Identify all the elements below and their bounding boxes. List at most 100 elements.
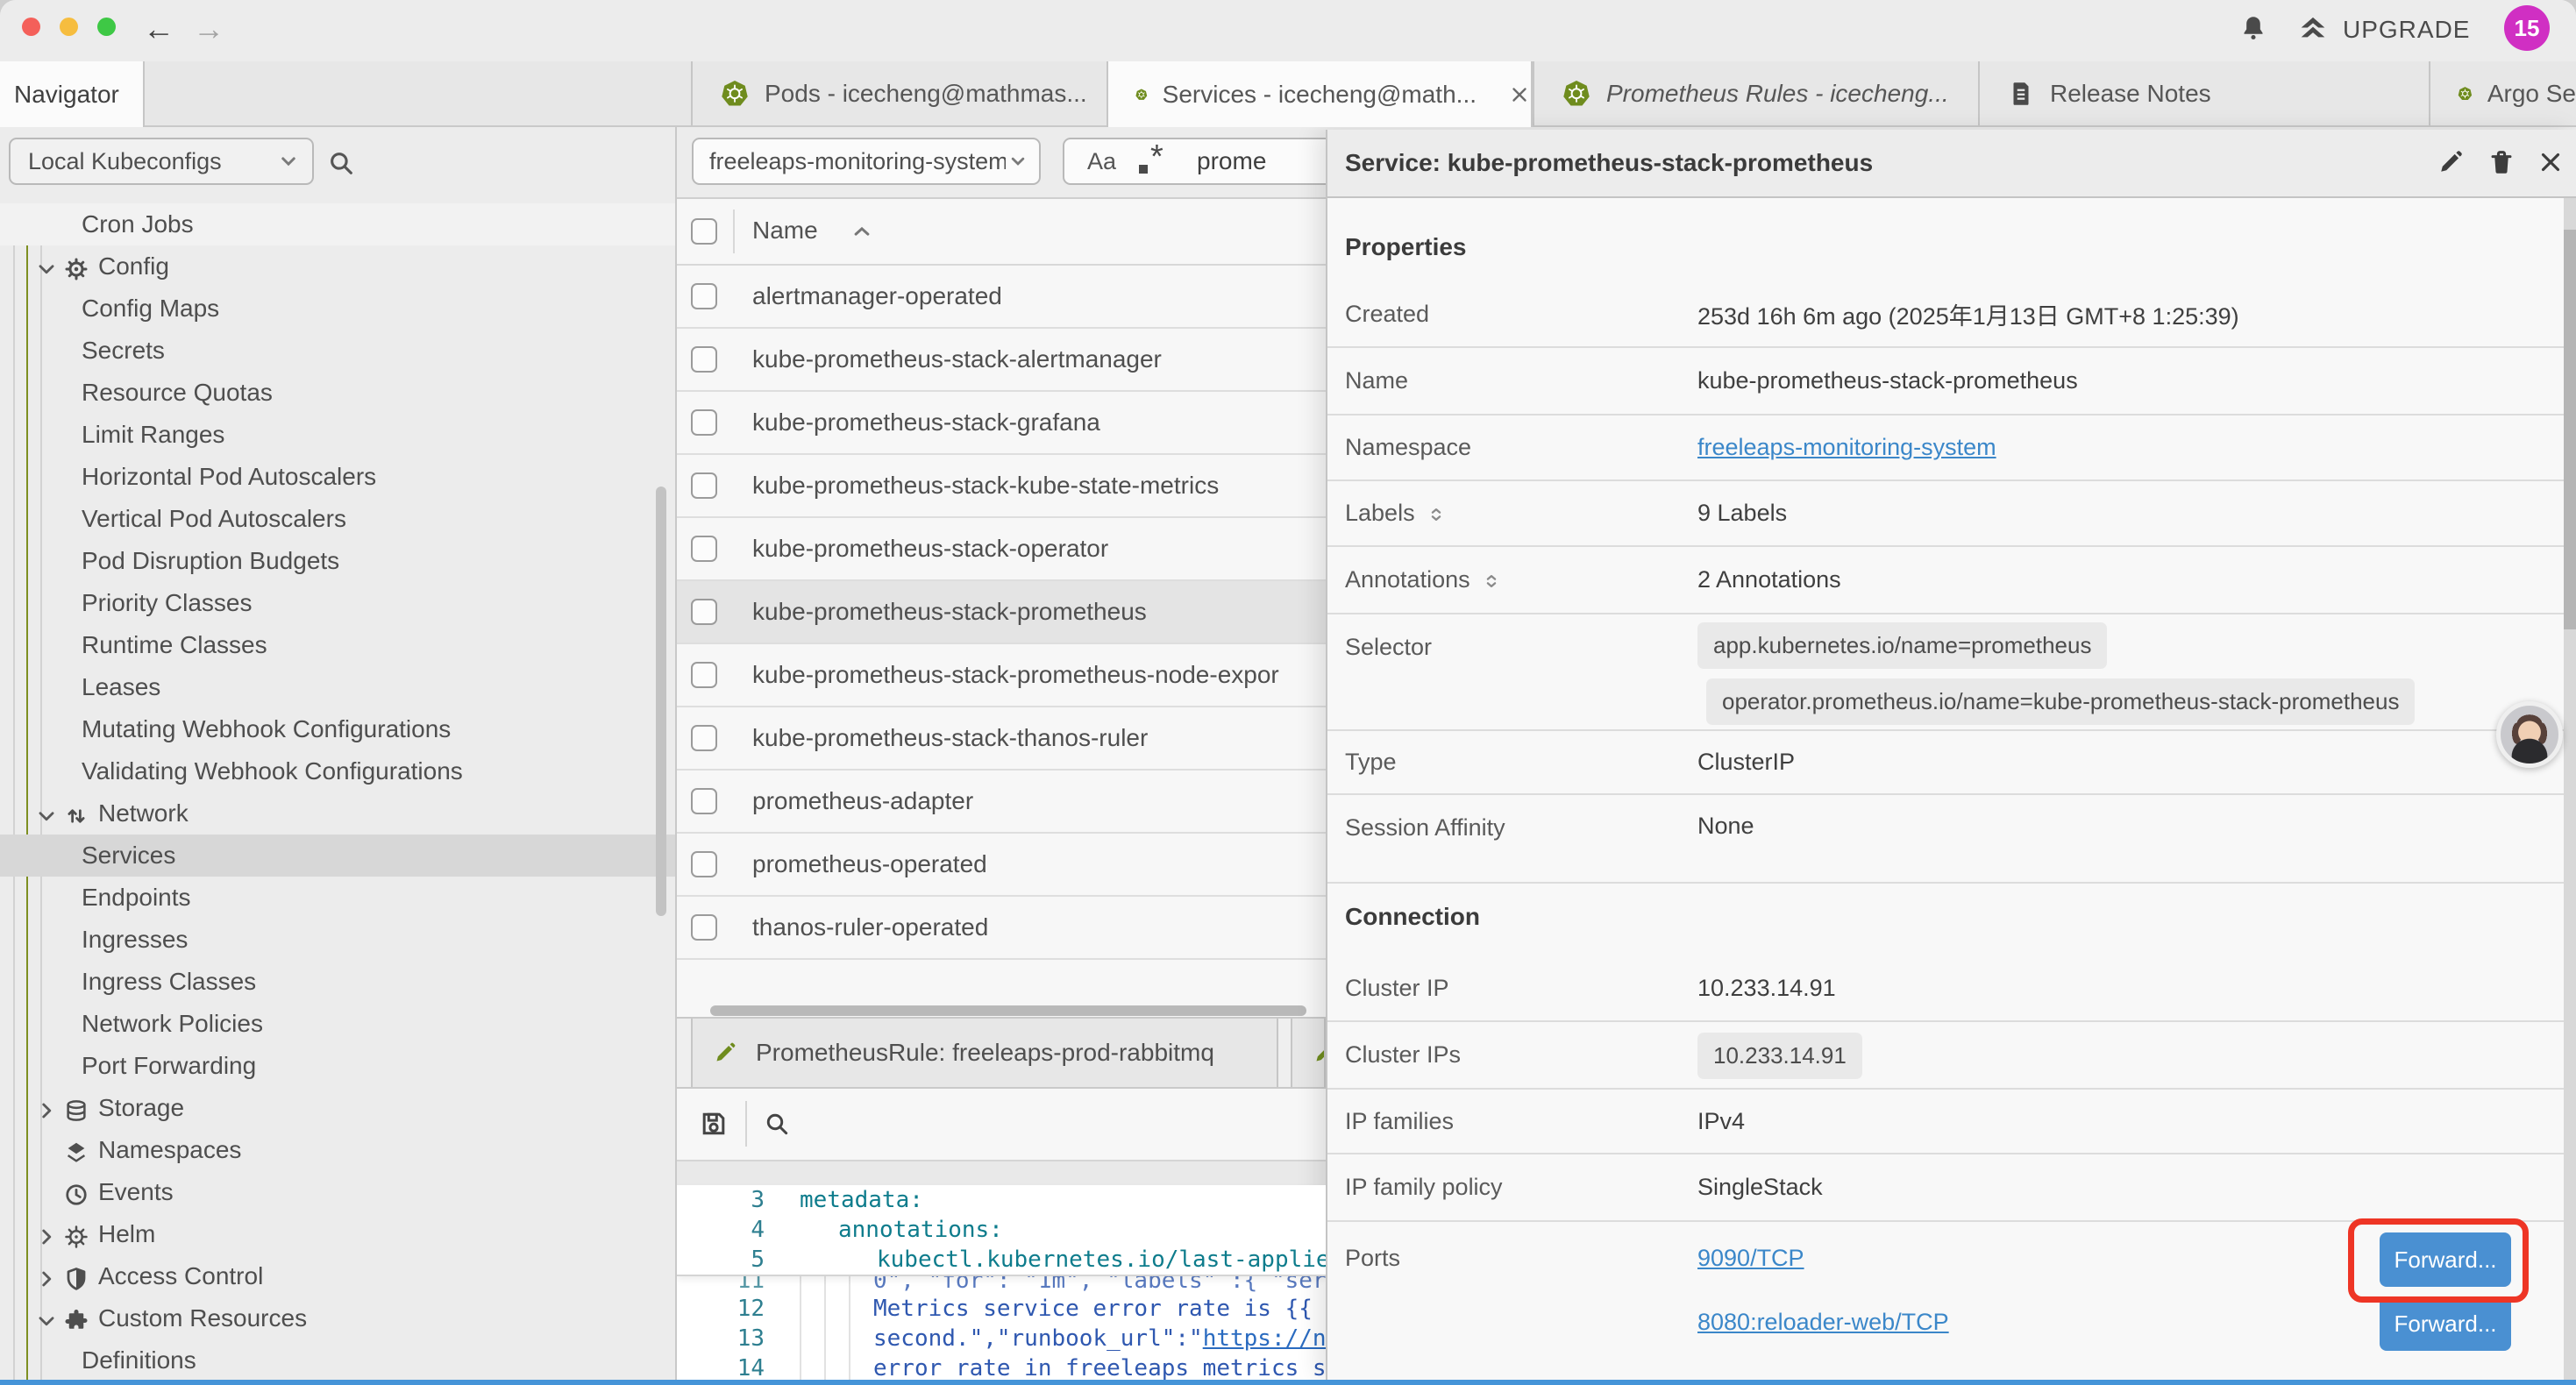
sidebar-item[interactable]: Events [0,1171,675,1213]
sidebar-item[interactable]: Config [0,245,675,288]
close-window-button[interactable] [22,18,40,36]
sidebar-item[interactable]: Port Forwarding [0,1045,675,1087]
editor-search-icon[interactable] [763,1110,791,1138]
expand-collapse-icon[interactable] [1479,566,1504,593]
table-row[interactable]: kube-prometheus-stack-grafana [677,392,1326,455]
edit-pencil-icon[interactable] [2436,147,2466,177]
port-link-9090[interactable]: 9090/TCP [1697,1245,1804,1272]
tab-services[interactable]: Services - icecheng@math... [1107,61,1533,127]
tab-release-notes[interactable]: Release Notes [1978,61,2429,125]
sidebar-item[interactable]: Pod Disruption Budgets [0,540,675,582]
table-row[interactable]: kube-prometheus-stack-kube-state-metrics [677,455,1326,518]
row-checkbox[interactable] [691,536,717,562]
user-avatar[interactable] [2496,701,2563,768]
row-checkbox[interactable] [691,283,717,309]
table-row[interactable]: alertmanager-operated [677,266,1326,329]
dock-tab-prometheusrule[interactable]: PrometheusRule: freeleaps-prod-rabbitmq [691,1019,1278,1087]
horizontal-scrollbar[interactable] [710,1005,1306,1016]
select-all-checkbox[interactable] [691,218,717,245]
close-tab-icon[interactable] [1508,83,1531,106]
sidebar-item[interactable]: Access Control [0,1255,675,1297]
sidebar-item[interactable]: Network Policies [0,1003,675,1045]
sort-ascending-icon[interactable] [849,218,875,245]
row-checkbox[interactable] [691,662,717,688]
notification-count-badge[interactable]: 15 [2504,5,2550,51]
sidebar-item-label: Definitions [82,1346,196,1374]
table-row[interactable]: kube-prometheus-stack-prometheus-node-ex… [677,644,1326,707]
sidebar-item[interactable]: Ingress Classes [0,961,675,1003]
forward-arrow-icon[interactable]: → [193,10,224,48]
sidebar-item[interactable]: Leases [0,666,675,708]
sidebar-scrollbar[interactable] [656,487,666,916]
column-header-name[interactable]: Name [752,217,818,245]
namespace-select[interactable]: freeleaps-monitoring-system [692,138,1041,185]
table-row[interactable]: kube-prometheus-stack-alertmanager [677,329,1326,392]
sidebar-item[interactable]: Network [0,792,675,835]
tab-pods[interactable]: Pods - icecheng@mathmas... [691,61,1107,125]
sidebar-item[interactable]: Runtime Classes [0,624,675,666]
row-checkbox[interactable] [691,788,717,814]
panel-scrollbar-thumb[interactable] [2564,230,2576,629]
row-checkbox[interactable] [691,599,717,625]
code-line: 14 error rate in freeleaps metrics ser [677,1353,1326,1380]
sidebar-item[interactable]: Definitions [0,1339,675,1380]
document-icon [2006,79,2036,109]
table-row[interactable]: prometheus-operated [677,834,1326,897]
sidebar-item[interactable]: Resource Quotas [0,372,675,414]
sidebar-item[interactable]: Cron Jobs [0,203,675,245]
delete-trash-icon[interactable] [2487,147,2516,177]
table-row[interactable]: thanos-ruler-operated [677,897,1326,960]
sidebar-item-label: Endpoints [82,884,191,912]
row-checkbox[interactable] [691,725,717,751]
sidebar-item-label: Ingresses [82,926,188,954]
row-checkbox[interactable] [691,346,717,373]
sidebar-item[interactable]: Custom Resources [0,1297,675,1339]
sidebar-item[interactable]: Services [0,835,675,877]
sidebar-item[interactable]: Helm [0,1213,675,1255]
close-panel-icon[interactable] [2536,147,2565,177]
row-checkbox[interactable] [691,851,717,877]
row-checkbox[interactable] [691,409,717,436]
dock-tab-partial[interactable] [1291,1019,1326,1087]
search-input-value: prome [1197,147,1266,175]
sidebar-item[interactable]: Validating Webhook Configurations [0,750,675,792]
sidebar-item[interactable]: Mutating Webhook Configurations [0,708,675,750]
minimize-window-button[interactable] [60,18,78,36]
sidebar-item[interactable]: Ingresses [0,919,675,961]
sidebar-item[interactable]: Secrets [0,330,675,372]
app-window: ← → UPGRADE 15 Pods - icecheng@mathmas..… [0,0,2576,1385]
port-link-8080[interactable]: 8080:reloader-web/TCP [1697,1309,1949,1336]
back-arrow-icon[interactable]: ← [143,10,174,48]
sidebar-search-icon[interactable] [326,148,356,178]
sidebar-item[interactable]: Namespaces [0,1129,675,1171]
tab-navigator[interactable]: Navigator [0,61,145,127]
expand-collapse-icon[interactable] [1424,500,1448,527]
row-checkbox[interactable] [691,472,717,499]
forward-port-button-8080[interactable]: Forward... [2380,1296,2511,1351]
namespace-link[interactable]: freeleaps-monitoring-system [1697,434,1996,461]
tab-argo[interactable]: Argo Se [2429,61,2576,125]
notifications-bell-icon[interactable] [2238,12,2269,44]
kubeconfig-select[interactable]: Local Kubeconfigs [9,138,314,185]
sidebar-item[interactable]: Config Maps [0,288,675,330]
tab-prometheus-rules[interactable]: Prometheus Rules - icecheng... [1533,61,1978,125]
table-row[interactable]: kube-prometheus-stack-operator [677,518,1326,581]
sidebar-item[interactable]: Storage [0,1087,675,1129]
search-input[interactable]: Aa * prome [1063,138,1326,185]
sidebar-item[interactable]: Endpoints [0,877,675,919]
yaml-editor[interactable]: 11 0", "for": "1m", "labels" :{ "service… [677,1185,1326,1380]
service-name: thanos-ruler-operated [752,913,988,941]
row-checkbox[interactable] [691,914,717,941]
regex-toggle-icon[interactable]: * [1139,144,1174,179]
maximize-window-button[interactable] [97,18,116,36]
match-case-toggle[interactable]: Aa [1087,148,1116,175]
upgrade-button[interactable]: UPGRADE [2295,12,2470,47]
table-row[interactable]: kube-prometheus-stack-prometheus [677,581,1326,644]
table-row[interactable]: prometheus-adapter [677,771,1326,834]
save-icon[interactable] [698,1108,729,1140]
table-row[interactable]: kube-prometheus-stack-thanos-ruler [677,707,1326,771]
sidebar-item[interactable]: Horizontal Pod Autoscalers [0,456,675,498]
sidebar-item[interactable]: Vertical Pod Autoscalers [0,498,675,540]
sidebar-item[interactable]: Priority Classes [0,582,675,624]
sidebar-item[interactable]: Limit Ranges [0,414,675,456]
